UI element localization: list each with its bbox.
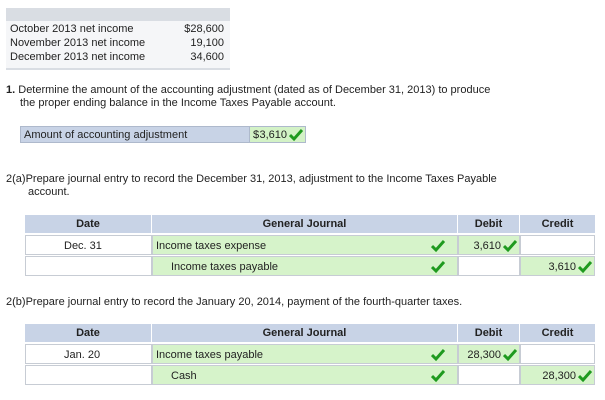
checkmark-icon xyxy=(578,369,592,383)
table-row: Income taxes payable 3,610 xyxy=(25,256,595,276)
income-amount: 34,600 xyxy=(190,51,224,63)
income-row-october: October 2013 net income $28,600 xyxy=(10,23,224,36)
income-summary: October 2013 net income $28,600 November… xyxy=(6,21,230,68)
adjustment-row: Amount of accounting adjustment $ 3,610 xyxy=(20,126,306,143)
date-cell[interactable]: Jan. 20 xyxy=(25,344,152,364)
adjustment-label: Amount of accounting adjustment xyxy=(24,129,188,141)
income-amount: 19,100 xyxy=(190,37,224,49)
question-1-line2: the proper ending balance in the Income … xyxy=(20,97,336,109)
account-value: Income taxes payable xyxy=(171,261,279,273)
header-general-journal: General Journal xyxy=(152,324,458,342)
debit-input[interactable] xyxy=(458,256,520,276)
debit-value: 3,610 xyxy=(473,240,501,252)
header-credit: Credit xyxy=(541,327,574,339)
account-select[interactable]: Income taxes expense xyxy=(152,235,458,255)
checkmark-icon xyxy=(503,348,517,362)
date-value: Dec. 31 xyxy=(64,240,102,252)
question-text: Prepare journal entry to record the Dece… xyxy=(25,173,497,185)
credit-value: 3,610 xyxy=(548,261,576,273)
account-select[interactable]: Income taxes payable xyxy=(152,256,458,276)
checkmark-icon xyxy=(431,369,445,383)
question-number: 2(a) xyxy=(6,173,26,185)
income-label: October 2013 net income xyxy=(10,23,134,35)
date-cell[interactable] xyxy=(25,256,152,276)
income-amount: $28,600 xyxy=(184,23,224,35)
account-value: Income taxes expense xyxy=(156,240,267,252)
income-label: December 2013 net income xyxy=(10,51,146,63)
checkmark-icon xyxy=(578,260,592,274)
question-2b: 2(b)Prepare journal entry to record the … xyxy=(6,296,462,309)
debit-input[interactable]: 3,610 xyxy=(458,235,520,255)
question-1: 1. Determine the amount of the accountin… xyxy=(6,84,490,97)
account-select[interactable]: Cash xyxy=(152,365,458,385)
question-number: 2(b) xyxy=(6,296,26,308)
question-2a-line2: account. xyxy=(28,186,70,198)
income-label: November 2013 net income xyxy=(10,37,146,49)
debit-input[interactable]: 28,300 xyxy=(458,344,520,364)
debit-input[interactable] xyxy=(458,365,520,385)
header-date: Date xyxy=(25,324,152,342)
table-row: Jan. 20 Income taxes payable 28,300 xyxy=(25,344,595,364)
account-select[interactable]: Income taxes payable xyxy=(152,344,458,364)
header-date: Date xyxy=(25,215,152,233)
adjustment-value: 3,610 xyxy=(259,129,287,141)
date-value: Jan. 20 xyxy=(64,349,101,361)
question-2a: 2(a)Prepare journal entry to record the … xyxy=(6,173,497,186)
account-value: Cash xyxy=(171,370,197,382)
checkmark-icon xyxy=(503,239,517,253)
table-row: Dec. 31 Income taxes expense 3,610 xyxy=(25,235,595,255)
checkmark-icon xyxy=(289,128,303,142)
table-row: Cash 28,300 xyxy=(25,365,595,385)
credit-input[interactable] xyxy=(520,344,595,364)
header-debit: Debit xyxy=(458,324,520,342)
date-cell[interactable] xyxy=(25,365,152,385)
adjustment-input[interactable]: $ 3,610 xyxy=(249,126,306,143)
header-credit: Credit xyxy=(541,218,574,230)
credit-input[interactable]: 28,300 xyxy=(520,365,595,385)
credit-input[interactable] xyxy=(520,235,595,255)
credit-input[interactable]: 3,610 xyxy=(520,256,595,276)
journal-table-2a: Date General Journal Debit Credit Dec. 3… xyxy=(25,215,595,277)
account-value: Income taxes payable xyxy=(156,349,264,361)
checkmark-icon xyxy=(431,348,445,362)
table-header: Date General Journal Debit Credit xyxy=(25,324,595,342)
header-general-journal: General Journal xyxy=(152,215,458,233)
checkmark-icon xyxy=(431,260,445,274)
checkmark-icon xyxy=(431,239,445,253)
date-cell[interactable]: Dec. 31 xyxy=(25,235,152,255)
debit-value: 28,300 xyxy=(467,349,501,361)
question-number: 1. xyxy=(6,84,16,96)
income-row-december: December 2013 net income 34,600 xyxy=(10,51,224,64)
journal-table-2b: Date General Journal Debit Credit Jan. 2… xyxy=(25,324,595,388)
credit-value: 28,300 xyxy=(542,370,576,382)
question-text: Prepare journal entry to record the Janu… xyxy=(25,296,463,308)
income-row-november: November 2013 net income 19,100 xyxy=(10,37,224,50)
question-text: Determine the amount of the accounting a… xyxy=(18,84,491,96)
table-header: Date General Journal Debit Credit xyxy=(25,215,595,233)
currency-symbol: $ xyxy=(253,129,260,141)
header-debit: Debit xyxy=(458,215,520,233)
